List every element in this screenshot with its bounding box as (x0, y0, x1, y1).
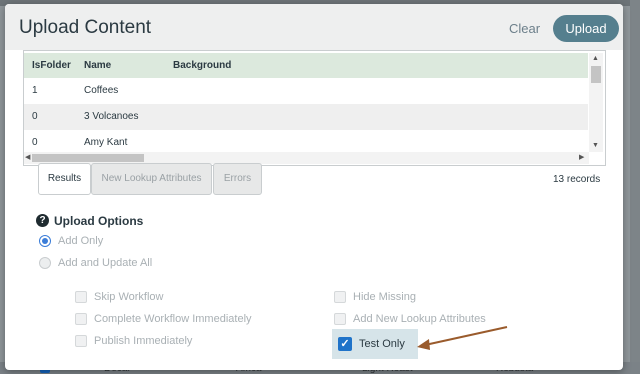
checkbox-add-new-lookup-attributes[interactable] (334, 313, 346, 325)
upload-content-dialog: Upload Content Clear Upload IsFolder Nam… (5, 4, 623, 370)
cell-isfolder: 0 (32, 137, 38, 148)
scroll-up-icon[interactable]: ▲ (592, 55, 599, 62)
cell-isfolder: 1 (32, 85, 38, 96)
tab-results[interactable]: Results (38, 163, 91, 195)
upload-options-heading: Upload Options (54, 214, 144, 228)
background-app-sidebar (630, 0, 640, 374)
label-hide-missing[interactable]: Hide Missing (353, 291, 416, 303)
checkbox-test-only[interactable]: ✓ (338, 337, 352, 351)
label-skip-workflow[interactable]: Skip Workflow (94, 291, 163, 303)
table-row[interactable]: 0 3 Volcanoes (24, 104, 588, 130)
tab-new-lookup-attributes[interactable]: New Lookup Attributes (91, 163, 212, 195)
vertical-scrollbar[interactable]: ▲ ▼ (589, 53, 603, 152)
dialog-title: Upload Content (19, 17, 152, 38)
test-only-highlight: ✓ Test Only (332, 329, 418, 359)
cell-name: Coffees (84, 85, 119, 96)
column-header-isfolder[interactable]: IsFolder (32, 60, 71, 71)
clear-button[interactable]: Clear (509, 21, 540, 36)
cell-isfolder: 0 (32, 111, 38, 122)
scroll-right-icon[interactable]: ▶ (579, 153, 584, 161)
radio-add-only[interactable] (39, 235, 51, 247)
record-count: 13 records (553, 174, 601, 185)
checkbox-skip-workflow[interactable] (75, 291, 87, 303)
cell-name: Amy Kant (84, 137, 128, 148)
checkbox-publish-immediately[interactable] (75, 335, 87, 347)
radio-label-add-and-update-all[interactable]: Add and Update All (58, 257, 152, 269)
scroll-left-icon[interactable]: ◀ (25, 153, 30, 161)
vertical-scroll-thumb[interactable] (591, 66, 601, 83)
label-complete-workflow[interactable]: Complete Workflow Immediately (94, 313, 252, 325)
upload-button[interactable]: Upload (553, 15, 619, 42)
results-grid: IsFolder Name Background 1 Coffees 0 3 V… (23, 50, 606, 166)
radio-label-add-only[interactable]: Add Only (58, 235, 103, 247)
tab-errors[interactable]: Errors (213, 163, 262, 195)
checkbox-hide-missing[interactable] (334, 291, 346, 303)
dialog-header: Upload Content Clear Upload (5, 4, 623, 50)
cell-name: 3 Volcanoes (84, 111, 139, 122)
label-publish-immediately[interactable]: Publish Immediately (94, 335, 192, 347)
radio-add-and-update-all[interactable] (39, 257, 51, 269)
checkbox-complete-workflow[interactable] (75, 313, 87, 325)
annotation-arrow-icon (417, 326, 508, 350)
column-header-background[interactable]: Background (173, 60, 231, 71)
help-icon[interactable]: ? (36, 214, 49, 227)
table-row[interactable]: 1 Coffees (24, 78, 588, 104)
scroll-down-icon[interactable]: ▼ (592, 142, 599, 149)
label-test-only[interactable]: Test Only (359, 338, 405, 350)
horizontal-scroll-thumb[interactable] (32, 154, 144, 162)
column-header-name[interactable]: Name (84, 60, 111, 71)
grid-header: IsFolder Name Background (24, 53, 588, 78)
